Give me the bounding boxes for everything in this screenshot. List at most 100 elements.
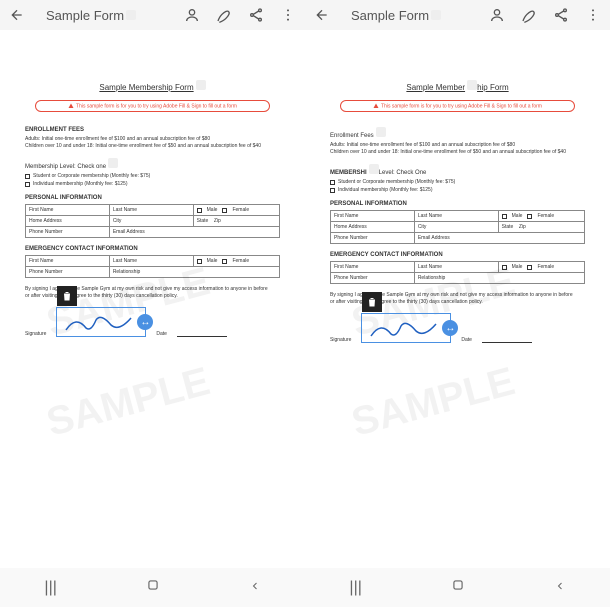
signature-label: Signature — [25, 331, 46, 337]
level-heading: Membership Level: Check one — [25, 158, 280, 170]
toolbar: Sample Form — [0, 0, 305, 30]
signature-stroke — [366, 316, 446, 341]
delete-signature-button[interactable] — [57, 286, 77, 306]
field-gender[interactable]: MaleFemale — [193, 205, 279, 216]
nav-recent-icon[interactable]: ||| — [349, 579, 361, 597]
fee-line: Adults: Initial one-time enrollment fee … — [330, 142, 585, 149]
delete-signature-button[interactable] — [362, 292, 382, 312]
field-statezip[interactable]: State Zip — [193, 216, 279, 227]
emergency-heading: EMERGENCY CONTACT INFORMATION — [330, 252, 585, 258]
date-field[interactable] — [482, 342, 532, 343]
field-firstname[interactable]: First Name — [331, 262, 415, 273]
checkbox-icon[interactable] — [25, 174, 30, 179]
android-navbar: ||| ||| — [0, 568, 610, 607]
checkbox-icon[interactable] — [330, 188, 335, 193]
field-firstname[interactable]: First Name — [26, 205, 110, 216]
document-viewport[interactable]: SAMPLE SAMPLE Sample Memberhip Form This… — [305, 30, 610, 373]
field-lastname[interactable]: Last Name — [109, 256, 193, 267]
personal-heading: PERSONAL INFORMATION — [25, 195, 280, 201]
nav-home-icon[interactable] — [146, 578, 160, 597]
checkbox-icon[interactable] — [330, 180, 335, 185]
field-city[interactable]: City — [414, 222, 498, 233]
emergency-table: First NameLast NameMaleFemale Phone Numb… — [330, 261, 585, 284]
membership-option[interactable]: Student or Corporate membership (Monthly… — [25, 173, 280, 179]
cursor-indicator — [126, 10, 136, 20]
watermark: SAMPLE — [347, 359, 520, 446]
signature-stroke — [61, 310, 141, 335]
more-icon[interactable] — [584, 6, 602, 24]
back-icon[interactable] — [8, 6, 26, 24]
resize-handle-icon[interactable]: ↔ — [137, 314, 153, 330]
field-gender[interactable]: MaleFemale — [498, 262, 584, 273]
back-icon[interactable] — [313, 6, 331, 24]
field-statezip[interactable]: State Zip — [498, 222, 584, 233]
nav-back-icon[interactable] — [554, 579, 566, 597]
form-title: Sample Membership Form — [25, 80, 280, 92]
field-relationship[interactable]: Relationship — [414, 273, 584, 284]
screenshot-right: Sample Form SAMPLE SAMPLE Sample Memberh… — [305, 0, 610, 568]
resize-handle-icon[interactable]: ↔ — [442, 320, 458, 336]
signature-field[interactable]: ↔ — [361, 313, 451, 343]
field-email[interactable]: Email Address — [414, 233, 584, 244]
fees-heading: Enrollment Fees — [330, 127, 585, 139]
nav-home-icon[interactable] — [451, 578, 465, 597]
membership-option[interactable]: Individual membership (Monthly fee: $125… — [330, 187, 585, 193]
fee-line: Adults: Initial one-time enrollment fee … — [25, 136, 280, 143]
share-icon[interactable] — [552, 6, 570, 24]
emergency-table: First NameLast NameMaleFemale Phone Numb… — [25, 255, 280, 278]
personal-table: First NameLast NameMaleFemale Home Addre… — [25, 204, 280, 238]
field-lastname[interactable]: Last Name — [109, 205, 193, 216]
pen-icon[interactable] — [520, 6, 538, 24]
person-icon[interactable] — [488, 6, 506, 24]
field-gender[interactable]: MaleFemale — [193, 256, 279, 267]
emergency-heading: EMERGENCY CONTACT INFORMATION — [25, 246, 280, 252]
field-firstname[interactable]: First Name — [26, 256, 110, 267]
field-lastname[interactable]: Last Name — [414, 211, 498, 222]
document-viewport[interactable]: SAMPLE SAMPLE Sample Membership Form Thi… — [0, 30, 305, 367]
signature-row: Signature ↔ Date — [330, 313, 585, 343]
form-page: SAMPLE SAMPLE Sample Memberhip Form This… — [320, 50, 595, 353]
screenshot-left: Sample Form SAMPLE SAMPLE Sample Members… — [0, 0, 305, 568]
field-email[interactable]: Email Address — [109, 227, 279, 238]
level-heading: MEMBERSHILevel: Check One — [330, 164, 585, 176]
checkbox-icon[interactable] — [25, 182, 30, 187]
nav-recent-icon[interactable]: ||| — [44, 579, 56, 597]
membership-option[interactable]: Student or Corporate membership (Monthly… — [330, 179, 585, 185]
date-field[interactable] — [177, 336, 227, 337]
date-label: Date — [156, 331, 167, 337]
info-banner: This sample form is for you to try using… — [340, 100, 575, 112]
signature-row: Signature ↔ Date — [25, 307, 280, 337]
field-phone[interactable]: Phone Number — [26, 267, 110, 278]
fee-line: Children over 10 and under 18: Initial o… — [330, 149, 585, 156]
person-icon[interactable] — [183, 6, 201, 24]
field-phone[interactable]: Phone Number — [26, 227, 110, 238]
toolbar: Sample Form — [305, 0, 610, 30]
membership-option[interactable]: Individual membership (Monthly fee: $125… — [25, 181, 280, 187]
pen-icon[interactable] — [215, 6, 233, 24]
more-icon[interactable] — [279, 6, 297, 24]
personal-heading: PERSONAL INFORMATION — [330, 201, 585, 207]
field-city[interactable]: City — [109, 216, 193, 227]
field-lastname[interactable]: Last Name — [414, 262, 498, 273]
signature-field[interactable]: ↔ — [56, 307, 146, 337]
field-phone[interactable]: Phone Number — [331, 273, 415, 284]
share-icon[interactable] — [247, 6, 265, 24]
info-banner: This sample form is for you to try using… — [35, 100, 270, 112]
field-address[interactable]: Home Address — [26, 216, 110, 227]
fees-heading: ENROLLMENT FEES — [25, 127, 280, 133]
form-title: Sample Memberhip Form — [330, 80, 585, 92]
field-relationship[interactable]: Relationship — [109, 267, 279, 278]
field-address[interactable]: Home Address — [331, 222, 415, 233]
form-page: SAMPLE SAMPLE Sample Membership Form Thi… — [15, 50, 290, 347]
personal-table: First NameLast NameMaleFemale Home Addre… — [330, 210, 585, 244]
field-firstname[interactable]: First Name — [331, 211, 415, 222]
signature-label: Signature — [330, 337, 351, 343]
watermark: SAMPLE — [42, 359, 215, 446]
fee-line: Children over 10 and under 18: Initial o… — [25, 143, 280, 150]
field-gender[interactable]: MaleFemale — [498, 211, 584, 222]
field-phone[interactable]: Phone Number — [331, 233, 415, 244]
toolbar-title: Sample Form — [46, 8, 169, 23]
nav-back-icon[interactable] — [249, 579, 261, 597]
date-label: Date — [461, 337, 472, 343]
toolbar-title: Sample Form — [351, 8, 474, 23]
